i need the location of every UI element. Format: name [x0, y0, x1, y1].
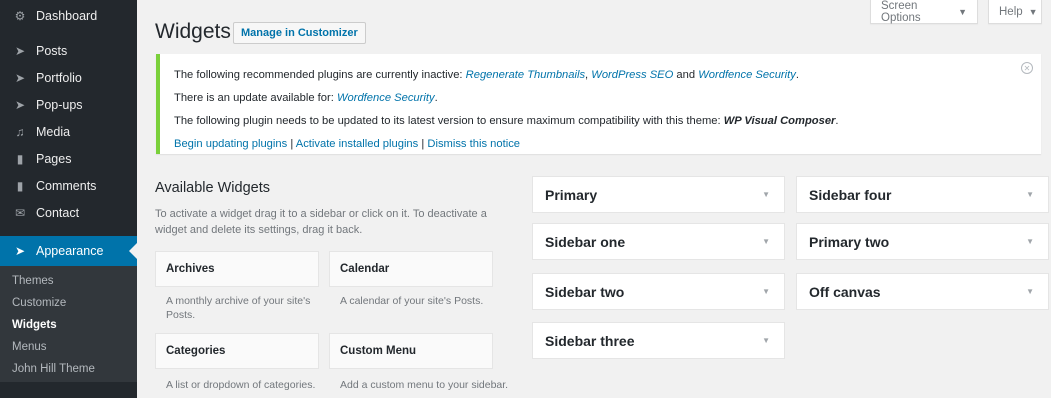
chevron-down-icon[interactable]: ▼: [762, 190, 770, 199]
menu-label: Posts: [36, 43, 68, 58]
submenu-item-themes[interactable]: Themes: [0, 270, 137, 292]
menu-label: Appearance: [36, 244, 104, 258]
widget-calendar[interactable]: Calendar: [329, 251, 493, 287]
menu-label: Comments: [36, 178, 97, 193]
menu-label: Pages: [36, 151, 72, 166]
submenu-item-menus[interactable]: Menus: [0, 336, 137, 358]
chevron-down-icon[interactable]: ▼: [1026, 190, 1034, 199]
page-title: Widgets: [155, 20, 231, 43]
help-button[interactable]: Help ▼: [988, 0, 1042, 24]
menu-label: Media: [36, 124, 71, 139]
screen-options-label: Screen Options: [881, 0, 921, 24]
sidebar-area-label: Sidebar two: [545, 283, 625, 300]
chevron-down-icon[interactable]: ▼: [1026, 237, 1034, 246]
menu-item-media[interactable]: ♫ Media: [0, 118, 137, 145]
sidebar-area-sidebar-one[interactable]: Sidebar one ▼: [532, 223, 785, 260]
dismiss-notice-link[interactable]: Dismiss this notice: [427, 138, 520, 150]
widget-name: Archives: [166, 263, 215, 275]
sidebar-area-label: Primary: [545, 186, 598, 203]
notice-line-update: There is an update available for: Wordfe…: [174, 92, 438, 104]
plugin-link-wordpress-seo[interactable]: WordPress SEO: [591, 69, 673, 81]
menu-label: Contact: [36, 205, 80, 220]
brush-icon: ➤: [14, 244, 26, 258]
notice-actions: Begin updating plugins | Activate instal…: [174, 138, 521, 150]
widget-description: A list or dropdown of categories.: [166, 379, 316, 391]
mail-icon: ✉: [14, 205, 26, 220]
pin-icon: ➤: [14, 43, 26, 58]
pin-icon: ➤: [14, 97, 26, 112]
menu-item-portfolio[interactable]: ➤ Portfolio: [0, 64, 137, 91]
manage-in-customizer-button[interactable]: Manage in Customizer: [233, 22, 366, 44]
menu-item-contact[interactable]: ✉ Contact: [0, 199, 137, 226]
chevron-down-icon[interactable]: ▼: [762, 287, 770, 296]
submenu-item-customize[interactable]: Customize: [0, 292, 137, 314]
chevron-down-icon[interactable]: ▼: [762, 336, 770, 345]
screen-options-button[interactable]: Screen Options ▼: [870, 0, 978, 24]
menu-item-popups[interactable]: ➤ Pop-ups: [0, 91, 137, 118]
widget-categories[interactable]: Categories: [155, 333, 319, 369]
notice-line-compat: The following plugin needs to be updated…: [174, 115, 839, 127]
menu-item-pages[interactable]: ▮ Pages: [0, 145, 137, 172]
plugin-name-visual-composer: WP Visual Composer: [723, 115, 836, 127]
chevron-down-icon: ▼: [958, 6, 967, 17]
pin-icon: ➤: [14, 70, 26, 85]
sidebar-area-primary-two[interactable]: Primary two ▼: [796, 223, 1049, 260]
chevron-down-icon[interactable]: ▼: [762, 237, 770, 246]
widget-name: Categories: [166, 345, 226, 357]
sidebar-area-off-canvas[interactable]: Off canvas ▼: [796, 273, 1049, 310]
plugin-link-wordfence-update[interactable]: Wordfence Security: [337, 92, 435, 104]
appearance-submenu: Themes Customize Widgets Menus John Hill…: [0, 266, 137, 382]
begin-updating-plugins-link[interactable]: Begin updating plugins: [174, 138, 287, 150]
submenu-item-theme-options[interactable]: John Hill Theme: [0, 358, 137, 380]
menu-item-posts[interactable]: ➤ Posts: [0, 37, 137, 64]
plugin-link-wordfence[interactable]: Wordfence Security: [698, 69, 796, 81]
widget-description: A calendar of your site's Posts.: [340, 295, 484, 307]
chevron-down-icon: ▼: [1028, 6, 1038, 17]
chevron-down-icon[interactable]: ▼: [1026, 287, 1034, 296]
notice-line-inactive: The following recommended plugins are cu…: [174, 69, 799, 81]
sidebar-area-primary[interactable]: Primary ▼: [532, 176, 785, 213]
menu-label: Portfolio: [36, 70, 82, 85]
sidebar-area-sidebar-two[interactable]: Sidebar two ▼: [532, 273, 785, 310]
menu-label: Pop-ups: [36, 97, 83, 112]
widget-custom-menu[interactable]: Custom Menu: [329, 333, 493, 369]
plugin-notice: The following recommended plugins are cu…: [156, 54, 1041, 154]
media-icon: ♫: [15, 124, 25, 139]
admin-menu: ⚙ Dashboard ➤ Posts ➤ Portfolio ➤ Pop-up…: [0, 0, 137, 398]
menu-item-comments[interactable]: ▮ Comments: [0, 172, 137, 199]
sidebar-area-sidebar-three[interactable]: Sidebar three ▼: [532, 322, 785, 359]
sidebar-area-label: Sidebar one: [545, 233, 626, 250]
menu-label: Dashboard: [36, 8, 98, 23]
sidebar-area-sidebar-four[interactable]: Sidebar four ▼: [796, 176, 1049, 213]
available-widgets-title: Available Widgets: [155, 180, 270, 196]
widget-name: Custom Menu: [340, 345, 417, 357]
help-label: Help: [999, 5, 1023, 18]
sidebar-area-label: Sidebar three: [545, 332, 635, 349]
widget-description: Add a custom menu to your sidebar.: [340, 379, 509, 391]
close-icon[interactable]: ✕: [1021, 62, 1033, 74]
submenu-item-widgets[interactable]: Widgets: [0, 314, 137, 336]
sidebar-area-label: Primary two: [809, 233, 890, 250]
widget-archives[interactable]: Archives: [155, 251, 319, 287]
menu-item-appearance[interactable]: ➤ Appearance: [0, 236, 137, 266]
comment-icon: ▮: [16, 178, 24, 193]
page-icon: ▮: [16, 151, 24, 166]
activate-installed-plugins-link[interactable]: Activate installed plugins: [296, 138, 419, 150]
available-widgets-description: To activate a widget drag it to a sideba…: [155, 208, 487, 236]
sidebar-area-label: Off canvas: [809, 283, 881, 300]
menu-item-dashboard[interactable]: ⚙ Dashboard: [0, 2, 137, 29]
dashboard-icon: ⚙: [14, 8, 26, 23]
widget-name: Calendar: [340, 263, 390, 275]
plugin-link-regenerate-thumbnails[interactable]: Regenerate Thumbnails: [466, 69, 585, 81]
sidebar-area-label: Sidebar four: [809, 186, 892, 203]
widget-description: A monthly archive of your site's Posts.: [166, 295, 311, 321]
